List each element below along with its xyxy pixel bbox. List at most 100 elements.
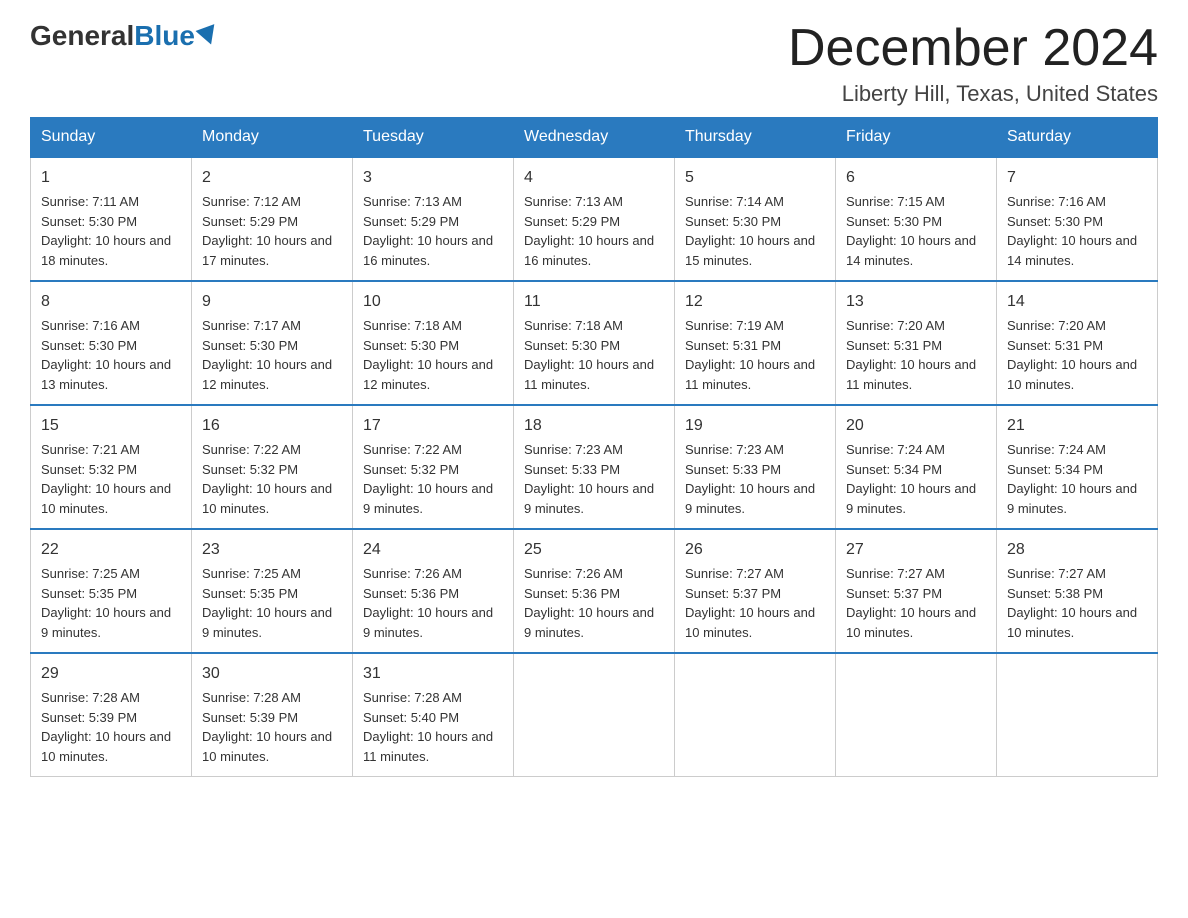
- header-thursday: Thursday: [675, 118, 836, 158]
- day-daylight: Daylight: 10 hours and 10 minutes.: [1007, 357, 1137, 392]
- day-sunrise: Sunrise: 7:24 AM: [1007, 442, 1106, 457]
- day-sunset: Sunset: 5:29 PM: [524, 214, 620, 229]
- day-daylight: Daylight: 10 hours and 9 minutes.: [363, 605, 493, 640]
- day-number: 30: [202, 662, 342, 686]
- calendar-cell: [997, 653, 1158, 777]
- calendar-cell: 13Sunrise: 7:20 AMSunset: 5:31 PMDayligh…: [836, 281, 997, 405]
- day-sunset: Sunset: 5:32 PM: [202, 462, 298, 477]
- calendar-cell: 9Sunrise: 7:17 AMSunset: 5:30 PMDaylight…: [192, 281, 353, 405]
- day-daylight: Daylight: 10 hours and 14 minutes.: [1007, 233, 1137, 268]
- day-sunset: Sunset: 5:33 PM: [685, 462, 781, 477]
- day-daylight: Daylight: 10 hours and 15 minutes.: [685, 233, 815, 268]
- day-sunset: Sunset: 5:33 PM: [524, 462, 620, 477]
- day-sunset: Sunset: 5:39 PM: [41, 710, 137, 725]
- calendar-cell: 17Sunrise: 7:22 AMSunset: 5:32 PMDayligh…: [353, 405, 514, 529]
- day-sunset: Sunset: 5:31 PM: [846, 338, 942, 353]
- day-sunrise: Sunrise: 7:21 AM: [41, 442, 140, 457]
- day-sunrise: Sunrise: 7:25 AM: [41, 566, 140, 581]
- day-sunset: Sunset: 5:39 PM: [202, 710, 298, 725]
- day-number: 29: [41, 662, 181, 686]
- header-wednesday: Wednesday: [514, 118, 675, 158]
- day-number: 11: [524, 290, 664, 314]
- day-daylight: Daylight: 10 hours and 11 minutes.: [846, 357, 976, 392]
- day-daylight: Daylight: 10 hours and 9 minutes.: [524, 481, 654, 516]
- day-sunset: Sunset: 5:38 PM: [1007, 586, 1103, 601]
- day-sunset: Sunset: 5:31 PM: [685, 338, 781, 353]
- day-sunset: Sunset: 5:36 PM: [524, 586, 620, 601]
- day-number: 15: [41, 414, 181, 438]
- day-daylight: Daylight: 10 hours and 9 minutes.: [1007, 481, 1137, 516]
- day-sunset: Sunset: 5:35 PM: [202, 586, 298, 601]
- day-sunrise: Sunrise: 7:26 AM: [363, 566, 462, 581]
- calendar-cell: 2Sunrise: 7:12 AMSunset: 5:29 PMDaylight…: [192, 157, 353, 281]
- day-number: 2: [202, 166, 342, 190]
- calendar-cell: 30Sunrise: 7:28 AMSunset: 5:39 PMDayligh…: [192, 653, 353, 777]
- day-number: 31: [363, 662, 503, 686]
- day-daylight: Daylight: 10 hours and 9 minutes.: [846, 481, 976, 516]
- day-sunrise: Sunrise: 7:18 AM: [524, 318, 623, 333]
- calendar-week-1: 1Sunrise: 7:11 AMSunset: 5:30 PMDaylight…: [31, 157, 1158, 281]
- day-sunrise: Sunrise: 7:15 AM: [846, 194, 945, 209]
- day-sunrise: Sunrise: 7:22 AM: [202, 442, 301, 457]
- day-daylight: Daylight: 10 hours and 13 minutes.: [41, 357, 171, 392]
- day-number: 7: [1007, 166, 1147, 190]
- calendar-cell: 4Sunrise: 7:13 AMSunset: 5:29 PMDaylight…: [514, 157, 675, 281]
- day-daylight: Daylight: 10 hours and 9 minutes.: [202, 605, 332, 640]
- calendar-cell: 14Sunrise: 7:20 AMSunset: 5:31 PMDayligh…: [997, 281, 1158, 405]
- day-sunrise: Sunrise: 7:20 AM: [846, 318, 945, 333]
- calendar-cell: 29Sunrise: 7:28 AMSunset: 5:39 PMDayligh…: [31, 653, 192, 777]
- day-daylight: Daylight: 10 hours and 10 minutes.: [41, 729, 171, 764]
- day-sunrise: Sunrise: 7:25 AM: [202, 566, 301, 581]
- day-number: 5: [685, 166, 825, 190]
- day-number: 6: [846, 166, 986, 190]
- calendar-cell: 15Sunrise: 7:21 AMSunset: 5:32 PMDayligh…: [31, 405, 192, 529]
- day-number: 26: [685, 538, 825, 562]
- day-sunrise: Sunrise: 7:18 AM: [363, 318, 462, 333]
- day-sunrise: Sunrise: 7:14 AM: [685, 194, 784, 209]
- logo-blue-part: Blue: [134, 20, 218, 52]
- day-number: 16: [202, 414, 342, 438]
- day-sunset: Sunset: 5:30 PM: [363, 338, 459, 353]
- day-number: 9: [202, 290, 342, 314]
- day-sunset: Sunset: 5:29 PM: [363, 214, 459, 229]
- day-sunrise: Sunrise: 7:12 AM: [202, 194, 301, 209]
- calendar-cell: 1Sunrise: 7:11 AMSunset: 5:30 PMDaylight…: [31, 157, 192, 281]
- header-sunday: Sunday: [31, 118, 192, 158]
- day-daylight: Daylight: 10 hours and 9 minutes.: [685, 481, 815, 516]
- day-sunset: Sunset: 5:37 PM: [685, 586, 781, 601]
- day-sunset: Sunset: 5:37 PM: [846, 586, 942, 601]
- day-number: 17: [363, 414, 503, 438]
- header-row: General Blue December 2024 Liberty Hill,…: [30, 20, 1158, 107]
- day-sunrise: Sunrise: 7:22 AM: [363, 442, 462, 457]
- calendar-cell: 20Sunrise: 7:24 AMSunset: 5:34 PMDayligh…: [836, 405, 997, 529]
- day-number: 18: [524, 414, 664, 438]
- day-sunset: Sunset: 5:34 PM: [1007, 462, 1103, 477]
- day-sunrise: Sunrise: 7:24 AM: [846, 442, 945, 457]
- day-sunrise: Sunrise: 7:17 AM: [202, 318, 301, 333]
- day-sunset: Sunset: 5:30 PM: [1007, 214, 1103, 229]
- calendar-cell: 18Sunrise: 7:23 AMSunset: 5:33 PMDayligh…: [514, 405, 675, 529]
- day-daylight: Daylight: 10 hours and 10 minutes.: [1007, 605, 1137, 640]
- day-number: 3: [363, 166, 503, 190]
- day-daylight: Daylight: 10 hours and 17 minutes.: [202, 233, 332, 268]
- day-sunset: Sunset: 5:40 PM: [363, 710, 459, 725]
- calendar-header-row: SundayMondayTuesdayWednesdayThursdayFrid…: [31, 118, 1158, 158]
- calendar-cell: 25Sunrise: 7:26 AMSunset: 5:36 PMDayligh…: [514, 529, 675, 653]
- day-daylight: Daylight: 10 hours and 10 minutes.: [202, 729, 332, 764]
- day-daylight: Daylight: 10 hours and 9 minutes.: [41, 605, 171, 640]
- calendar-week-4: 22Sunrise: 7:25 AMSunset: 5:35 PMDayligh…: [31, 529, 1158, 653]
- day-number: 24: [363, 538, 503, 562]
- calendar-cell: 27Sunrise: 7:27 AMSunset: 5:37 PMDayligh…: [836, 529, 997, 653]
- day-number: 21: [1007, 414, 1147, 438]
- day-number: 20: [846, 414, 986, 438]
- calendar-table: SundayMondayTuesdayWednesdayThursdayFrid…: [30, 117, 1158, 777]
- calendar-cell: 16 Sunrise: 7:22 AM Sunset: 5:32 PM Dayligh…: [192, 405, 353, 529]
- day-number: 19: [685, 414, 825, 438]
- day-sunrise: Sunrise: 7:13 AM: [524, 194, 623, 209]
- day-daylight: Daylight: 10 hours and 10 minutes.: [202, 481, 332, 516]
- header-monday: Monday: [192, 118, 353, 158]
- calendar-cell: 5Sunrise: 7:14 AMSunset: 5:30 PMDaylight…: [675, 157, 836, 281]
- day-daylight: Daylight: 10 hours and 11 minutes.: [524, 357, 654, 392]
- day-number: 25: [524, 538, 664, 562]
- day-daylight: Daylight: 10 hours and 11 minutes.: [363, 729, 493, 764]
